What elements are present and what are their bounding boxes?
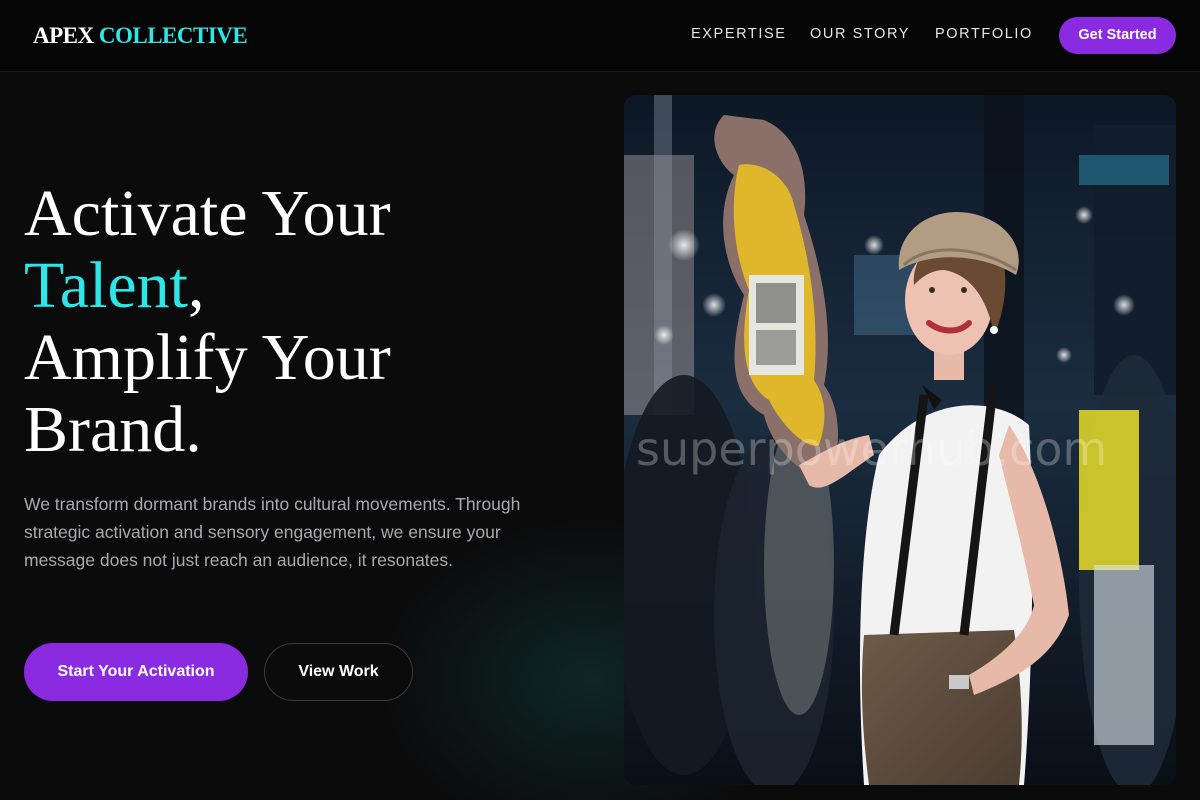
hero-headline: Activate Your Talent, Amplify Your Brand…: [24, 178, 391, 466]
view-work-button[interactable]: View Work: [264, 643, 413, 701]
headline-line-4: Brand.: [24, 393, 202, 466]
brand-logo-part2: COLLECTIVE: [98, 23, 248, 48]
hero-image: superpowerhub.com: [624, 95, 1176, 785]
nav-link-our-story[interactable]: OUR STORY: [810, 24, 910, 44]
headline-line-3: Amplify Your: [24, 321, 391, 394]
top-navigation: APEX COLLECTIVE EXPERTISE OUR STORY PORT…: [0, 0, 1200, 72]
start-activation-button[interactable]: Start Your Activation: [24, 643, 248, 701]
headline-accent-suffix: ,: [187, 249, 205, 322]
headline-line-1: Activate Your: [24, 177, 391, 250]
get-started-button[interactable]: Get Started: [1059, 17, 1176, 54]
hero-photo-illustration: superpowerhub.com: [624, 95, 1176, 785]
headline-accent: Talent: [24, 249, 188, 322]
nav-link-portfolio[interactable]: PORTFOLIO: [935, 24, 1033, 44]
image-watermark: superpowerhub.com: [636, 422, 1107, 476]
brand-logo-part1: APEX: [33, 23, 94, 48]
brand-logo[interactable]: APEX COLLECTIVE: [33, 22, 248, 50]
hero-description: We transform dormant brands into cultura…: [24, 494, 521, 570]
nav-link-expertise[interactable]: EXPERTISE: [691, 24, 787, 44]
